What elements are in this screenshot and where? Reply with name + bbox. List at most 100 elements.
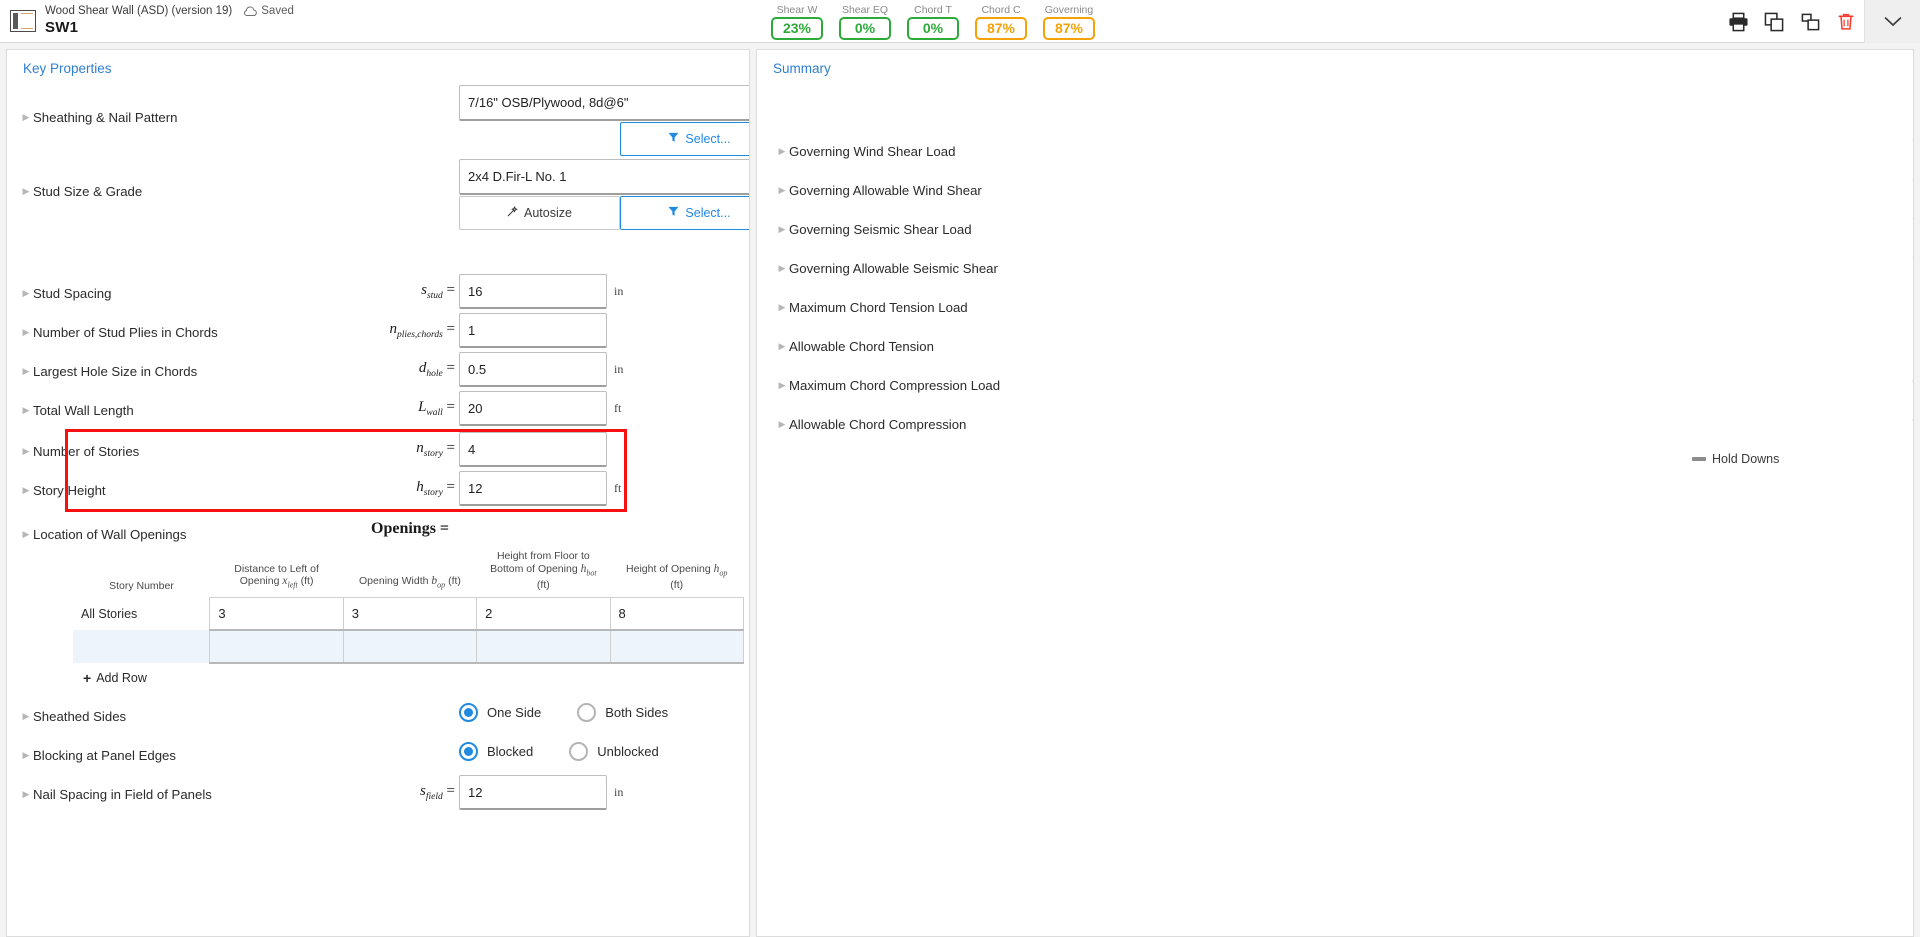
symbol-story-height: hstory = — [416, 479, 455, 498]
cell-story-number — [73, 630, 210, 664]
openings-header-row: Story Number Distance to Left of Opening… — [73, 548, 749, 597]
cell-delete[interactable] — [743, 597, 749, 630]
cell-height-opening[interactable] — [609, 629, 744, 665]
summary-row-maximum-chord-tension-load: ▶ Maximum Chord Tension Load — [769, 288, 1429, 327]
wood-shear-wall-logo-icon — [10, 10, 36, 32]
cell-distance-left[interactable] — [209, 629, 344, 665]
openings-table-head: Story Number Distance to Left of Opening… — [73, 548, 749, 597]
panel-title-summary: Summary — [773, 61, 831, 76]
radio-label: Both Sides — [605, 705, 669, 720]
summary-value-governing-seismic-shear-load: V0.7E = 0 lb — [1912, 216, 1913, 236]
radio-label: One Side — [487, 705, 542, 720]
hole-size-input[interactable] — [459, 352, 607, 387]
expand-caret-icon[interactable]: ▶ — [19, 529, 33, 540]
radio-dot-icon[interactable] — [569, 742, 589, 761]
legend-hold-downs: Hold Downs — [1692, 452, 1779, 466]
sheathing-value-field[interactable] — [459, 85, 749, 121]
cell-distance-left[interactable] — [209, 596, 344, 632]
row-label: Location of Wall Openings — [33, 527, 187, 542]
expand-caret-icon[interactable]: ▶ — [19, 112, 33, 123]
expand-caret-icon[interactable]: ▶ — [19, 366, 33, 377]
badge-value: 87% — [975, 16, 1027, 40]
radio-dot-icon[interactable] — [577, 703, 597, 722]
summary-value-governing-allowable-seismic-shear: Va,E = 3650 lb — [1912, 255, 1913, 275]
opening-h-op-input[interactable] — [610, 597, 743, 630]
wall-length-input[interactable] — [459, 391, 607, 426]
badge-value: 0% — [839, 16, 891, 40]
opening-h-op-input[interactable] — [610, 631, 743, 663]
opening-h-bot-input[interactable] — [477, 631, 610, 663]
expand-caret-icon[interactable]: ▶ — [19, 186, 33, 197]
radio-dot-icon[interactable] — [459, 742, 478, 761]
expand-caret-icon[interactable]: ▶ — [19, 789, 33, 800]
radio-dot-icon[interactable] — [459, 703, 478, 722]
expand-caret-icon[interactable]: ▶ — [19, 288, 33, 299]
cell-delete[interactable] — [743, 630, 749, 664]
col-story-number: Story Number — [109, 579, 174, 592]
opening-width-input[interactable] — [343, 631, 477, 663]
copy-icon[interactable] — [1756, 0, 1792, 43]
unit-stud-spacing: in — [614, 284, 624, 298]
delete-icon[interactable] — [1828, 0, 1864, 43]
summary-row-governing-wind-shear-load: ▶ Governing Wind Shear Load — [769, 132, 1429, 171]
cell-opening-width[interactable] — [342, 596, 478, 632]
summary-row-governing-allowable-wind-shear: ▶ Governing Allowable Wind Shear — [769, 171, 1429, 210]
stud-autosize-button[interactable]: Autosize — [459, 196, 620, 230]
cell-height-bottom[interactable] — [476, 596, 611, 632]
expand-caret-icon[interactable]: ▶ — [19, 750, 33, 761]
opening-x-left-input[interactable] — [210, 597, 343, 630]
radio-unblocked[interactable]: Unblocked — [569, 742, 659, 761]
badge-label: Chord T — [914, 3, 952, 16]
badge-label: Shear W — [776, 3, 818, 16]
radio-blocked[interactable]: Blocked — [459, 742, 533, 761]
chevron-down-icon[interactable] — [1864, 0, 1920, 43]
add-row-button[interactable]: + Add Row — [83, 670, 147, 686]
key-properties-panel: Key Properties ▶ Sheathing & Nail Patter… — [6, 49, 750, 937]
expand-caret-icon[interactable]: ▶ — [19, 327, 33, 338]
print-icon[interactable] — [1720, 0, 1756, 43]
expand-caret-icon[interactable]: ▶ — [775, 263, 789, 274]
sheathing-select-button[interactable]: Select... — [620, 122, 749, 156]
expand-caret-icon[interactable]: ▶ — [775, 302, 789, 313]
stud-value-field[interactable] — [459, 159, 749, 195]
number-of-stories-input[interactable] — [459, 432, 607, 467]
unit-wall-length: ft — [614, 401, 622, 415]
opening-h-bot-input[interactable] — [477, 597, 610, 630]
blocking-radio-group: Blocked Unblocked — [459, 742, 659, 761]
summary-value-allowable-chord-tension: Ta = 7290 lb — [1912, 333, 1913, 353]
col-height-floor-to-bottom: Height from Floor to Bottom of Opening h… — [490, 550, 597, 592]
stud-select-button[interactable]: Select... — [620, 196, 749, 230]
magic-wand-icon — [507, 205, 518, 220]
cell-opening-width[interactable] — [342, 629, 478, 665]
summary-row-governing-seismic-shear-load: ▶ Governing Seismic Shear Load — [769, 210, 1429, 249]
expand-caret-icon[interactable]: ▶ — [775, 185, 789, 196]
expand-caret-icon[interactable]: ▶ — [19, 485, 33, 496]
summary-row-label: Governing Seismic Shear Load — [789, 222, 972, 237]
summary-row-allowable-chord-compression: ▶ Allowable Chord Compression — [769, 405, 1429, 444]
expand-caret-icon[interactable]: ▶ — [19, 405, 33, 416]
radio-label: Unblocked — [597, 744, 659, 759]
expand-caret-icon[interactable]: ▶ — [775, 341, 789, 352]
stud-spacing-input[interactable] — [459, 274, 607, 309]
radio-both-sides[interactable]: Both Sides — [577, 703, 668, 722]
expand-caret-icon[interactable]: ▶ — [775, 146, 789, 157]
nail-spacing-input[interactable] — [459, 775, 607, 810]
opening-x-left-input[interactable] — [210, 631, 343, 663]
expand-caret-icon[interactable]: ▶ — [775, 419, 789, 430]
summary-row-allowable-chord-tension: ▶ Allowable Chord Tension — [769, 327, 1429, 366]
expand-caret-icon[interactable]: ▶ — [19, 711, 33, 722]
summary-row-label: Governing Allowable Seismic Shear — [789, 261, 998, 276]
summary-row-governing-allowable-seismic-shear: ▶ Governing Allowable Seismic Shear — [769, 249, 1429, 288]
opening-width-input[interactable] — [343, 597, 477, 630]
cell-height-opening[interactable] — [609, 596, 744, 632]
duplicate-icon[interactable] — [1792, 0, 1828, 43]
expand-caret-icon[interactable]: ▶ — [19, 446, 33, 457]
cell-height-bottom[interactable] — [476, 629, 611, 665]
expand-caret-icon[interactable]: ▶ — [775, 224, 789, 235]
story-height-input[interactable] — [459, 471, 607, 506]
row-label: Blocking at Panel Edges — [33, 748, 176, 763]
summary-value-allowable-chord-compression: Ca = 1540 lb — [1912, 411, 1913, 431]
expand-caret-icon[interactable]: ▶ — [775, 380, 789, 391]
stud-plies-input[interactable] — [459, 313, 607, 348]
radio-one-side[interactable]: One Side — [459, 703, 541, 722]
